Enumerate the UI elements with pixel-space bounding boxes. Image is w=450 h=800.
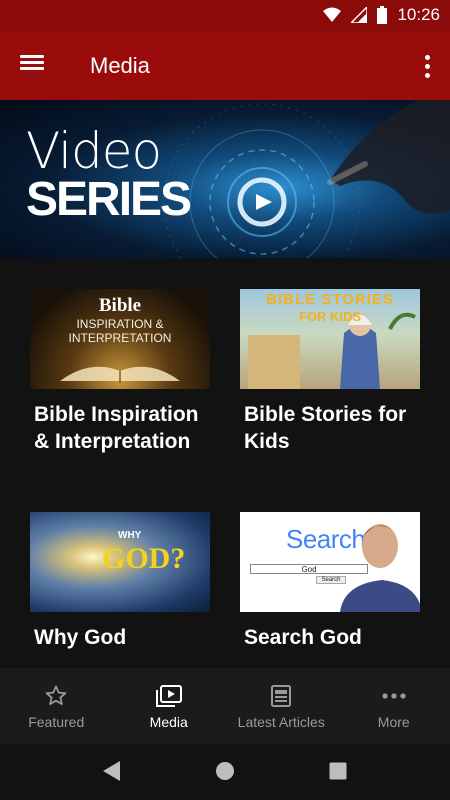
card-thumbnail: Search God Search: [240, 512, 420, 612]
thumb-subtitle: FOR KIDS: [298, 309, 362, 324]
status-icons: 10:26: [323, 5, 440, 25]
home-icon[interactable]: [215, 760, 235, 782]
article-icon: [271, 685, 292, 707]
nav-label: More: [377, 714, 410, 730]
thumb-title: BIBLE STORIES: [266, 291, 394, 308]
status-time: 10:26: [397, 5, 440, 24]
star-icon: [45, 685, 67, 705]
nav-featured[interactable]: Featured: [0, 668, 113, 744]
overflow-menu-button[interactable]: [420, 52, 434, 80]
nav-media[interactable]: Media: [113, 668, 226, 744]
media-card-bible-stories-kids[interactable]: BIBLE STORIES FOR KIDS Bible Stories for…: [240, 289, 420, 455]
media-card-why-god[interactable]: WHY GOD? Why God: [30, 512, 210, 651]
hamburger-icon: [20, 55, 50, 70]
status-bar: 10:26: [0, 0, 450, 32]
signal-icon: [351, 7, 368, 23]
media-card-bible-inspiration[interactable]: Bible INSPIRATION & INTERPRETATION Bible…: [30, 289, 210, 455]
thumb-subtitle-1: INSPIRATION &: [76, 317, 164, 331]
thumb-why: WHY: [118, 530, 142, 541]
nav-more[interactable]: More: [338, 668, 450, 744]
media-grid: Bible INSPIRATION & INTERPRETATION Bible…: [0, 258, 450, 668]
system-navigation-bar: [0, 744, 450, 800]
app-bar: Media: [0, 32, 450, 100]
thumb-god: GOD?: [102, 542, 186, 575]
menu-button[interactable]: [20, 52, 50, 80]
banner-title-series: SERIES: [26, 173, 192, 226]
back-icon[interactable]: [102, 760, 122, 782]
bottom-navigation: Featured Media Latest Articles More: [0, 668, 450, 744]
card-label: Bible Stories for Kids: [244, 403, 407, 453]
nav-label: Latest Articles: [237, 714, 325, 730]
thumb-subtitle-2: INTERPRETATION: [68, 331, 172, 345]
nav-label: Media: [149, 714, 188, 730]
recents-icon[interactable]: [328, 760, 348, 782]
card-label: Search God: [244, 626, 362, 649]
banner-title-video: Video: [26, 122, 162, 180]
card-thumbnail: BIBLE STORIES FOR KIDS: [240, 289, 420, 389]
video-library-icon: [155, 685, 182, 707]
card-thumbnail: WHY GOD?: [30, 512, 210, 612]
media-card-search-god[interactable]: Search God Search Search God: [240, 512, 420, 651]
card-thumbnail: Bible INSPIRATION & INTERPRETATION: [30, 289, 210, 389]
battery-icon: [377, 6, 388, 24]
wifi-icon: [323, 7, 342, 22]
thumb-title: Bible: [98, 295, 142, 316]
nav-label: Featured: [28, 714, 85, 730]
nav-latest-articles[interactable]: Latest Articles: [225, 668, 338, 744]
video-series-banner[interactable]: Video SERIES: [0, 100, 450, 258]
more-vertical-icon: [424, 54, 430, 60]
card-label: Why God: [34, 626, 127, 649]
more-horizontal-icon: [382, 693, 406, 699]
app-title: Media: [90, 53, 150, 78]
card-label: Bible Inspiration & Interpretation: [34, 403, 199, 453]
